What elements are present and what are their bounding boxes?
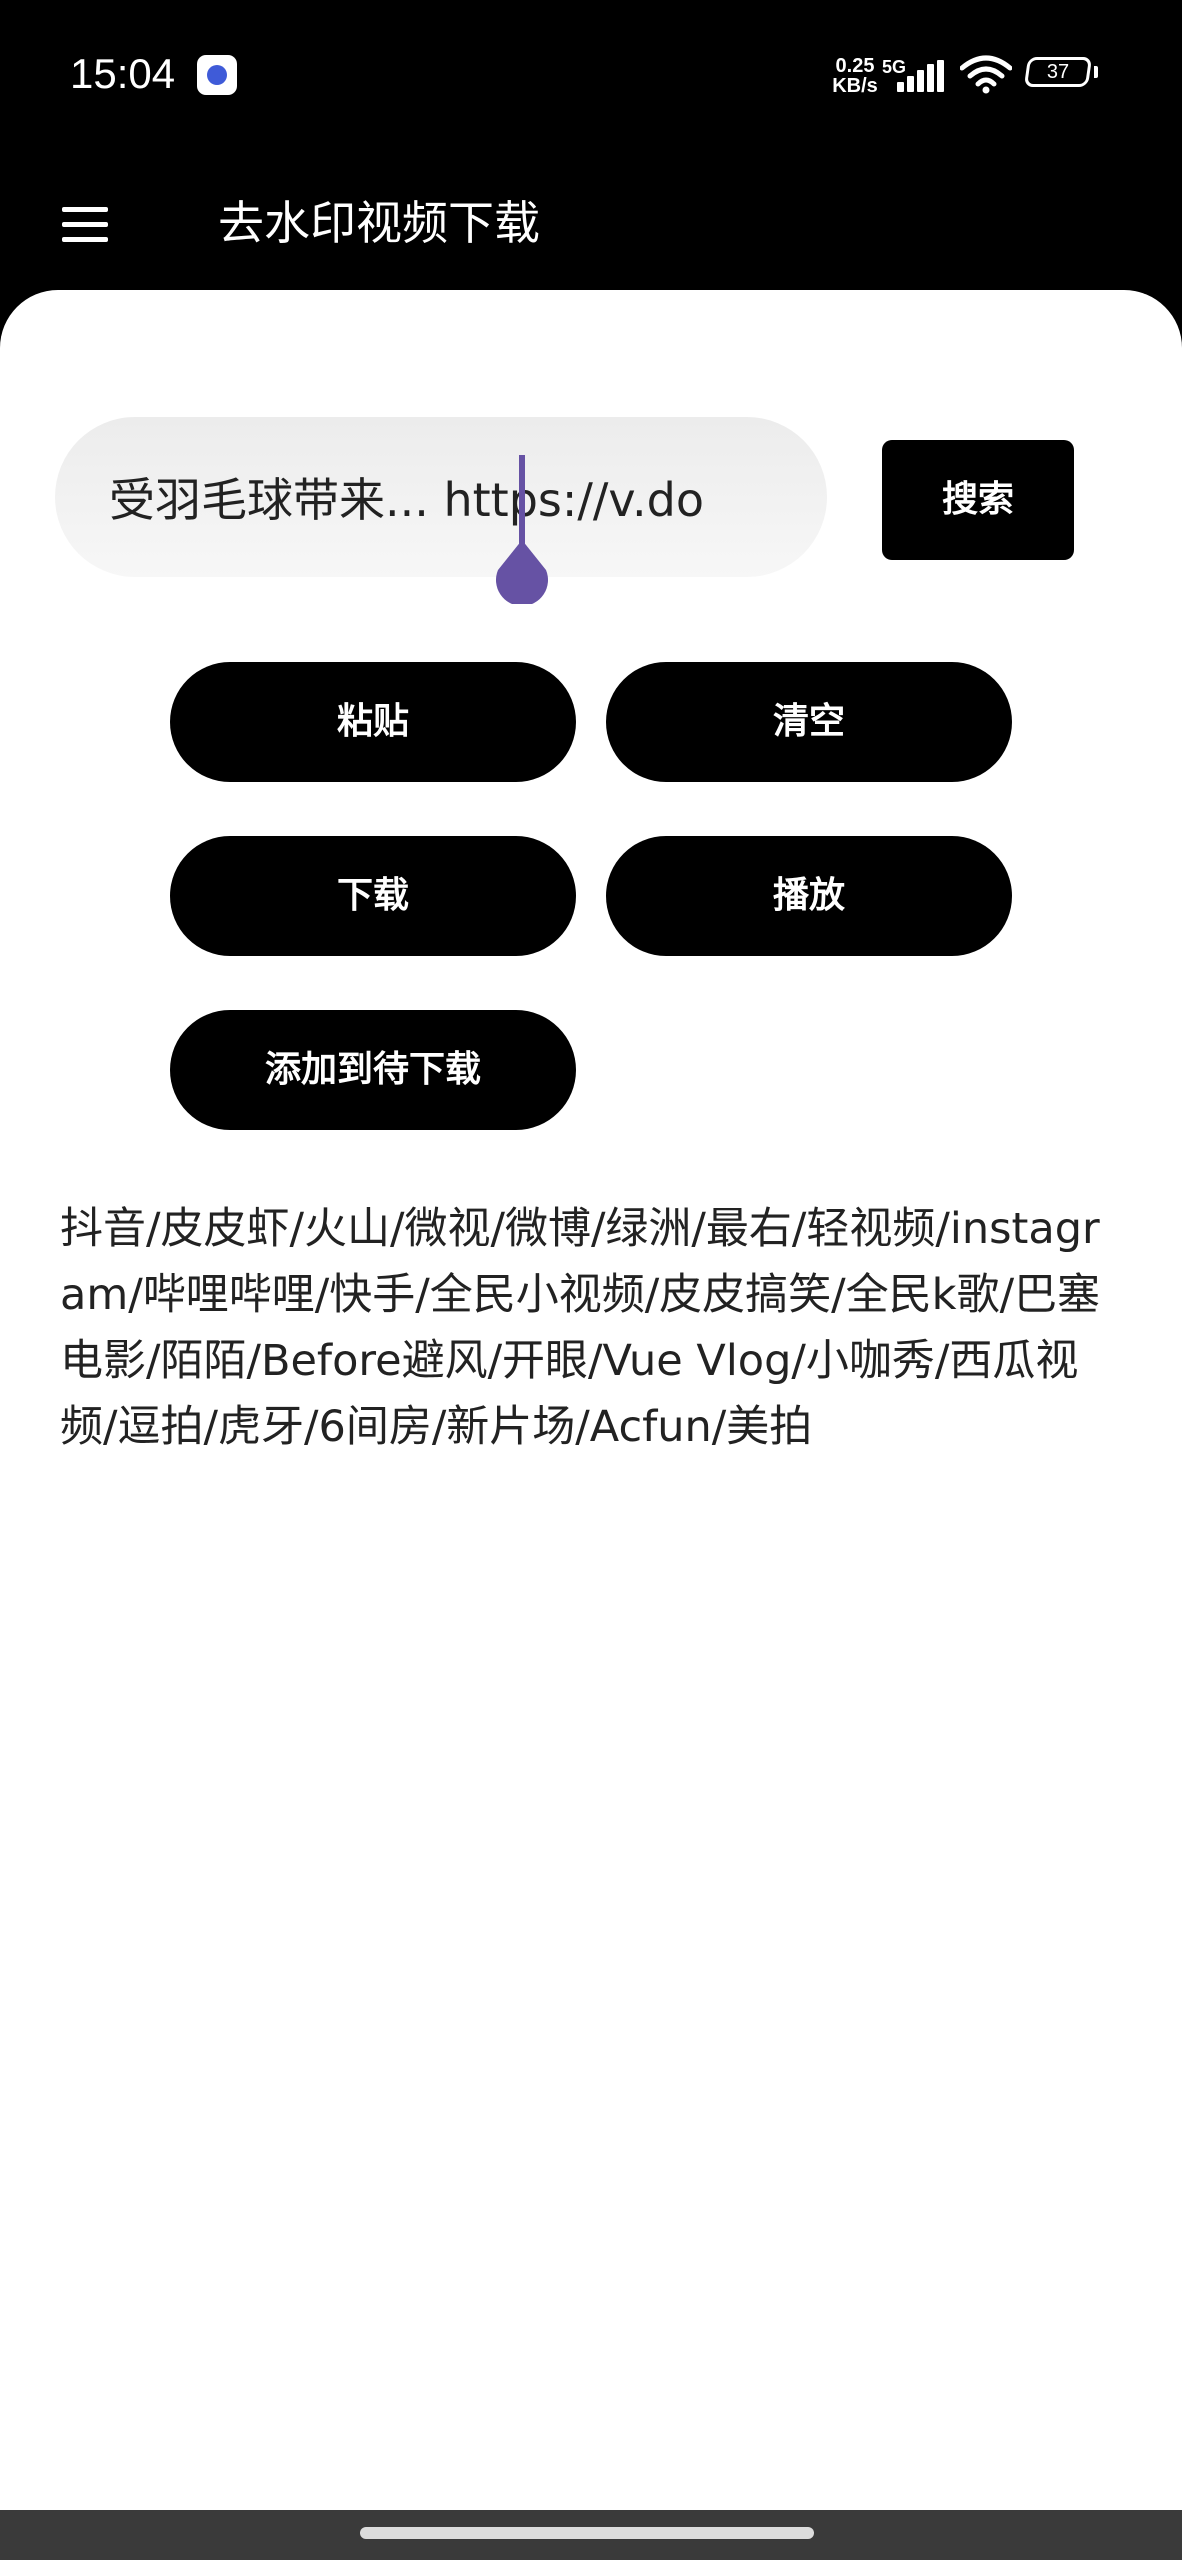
status-bar: 15:04 0.25 KB/s 5G 37 <box>0 0 1182 150</box>
search-input[interactable] <box>109 417 775 577</box>
main-content: 搜索 粘贴 清空 下载 播放 添加到待下载 抖音/皮皮虾/火山/微视/微博/绿洲… <box>0 290 1182 2510</box>
clear-button[interactable]: 清空 <box>606 662 1012 782</box>
app-title: 去水印视频下载 <box>218 196 540 250</box>
app-screen: 15:04 0.25 KB/s 5G 37 去水印视频下载 受羽毛球带来... … <box>0 0 1182 2560</box>
text-cursor <box>519 455 525 547</box>
network-speed-value: 0.25 <box>835 55 875 77</box>
app-bar: 去水印视频下载 <box>0 150 1182 290</box>
gesture-navigation-bar <box>0 2510 1182 2560</box>
battery-level: 37 <box>1046 61 1070 83</box>
search-field[interactable] <box>55 417 827 577</box>
status-time: 15:04 <box>70 50 176 97</box>
home-indicator[interactable] <box>360 2527 814 2539</box>
app-notification-icon <box>197 55 237 95</box>
hamburger-menu-icon[interactable] <box>50 190 120 260</box>
network-speed-unit: KB/s <box>832 75 878 97</box>
cell-signal-icon <box>897 60 945 92</box>
wifi-icon <box>960 55 1012 94</box>
supported-platforms-text: 抖音/皮皮虾/火山/微视/微博/绿洲/最右/轻视频/instagram/哔哩哔哩… <box>60 1204 1101 1452</box>
paste-button[interactable]: 粘贴 <box>170 662 576 782</box>
network-speed: 0.25 KB/s <box>826 56 884 96</box>
download-button[interactable]: 下载 <box>170 836 576 956</box>
text-cursor-handle-icon[interactable] <box>490 540 554 604</box>
play-button[interactable]: 播放 <box>606 836 1012 956</box>
search-button[interactable]: 搜索 <box>882 440 1074 560</box>
battery-icon: 37 <box>1023 57 1098 91</box>
add-to-queue-button[interactable]: 添加到待下载 <box>170 1010 576 1130</box>
